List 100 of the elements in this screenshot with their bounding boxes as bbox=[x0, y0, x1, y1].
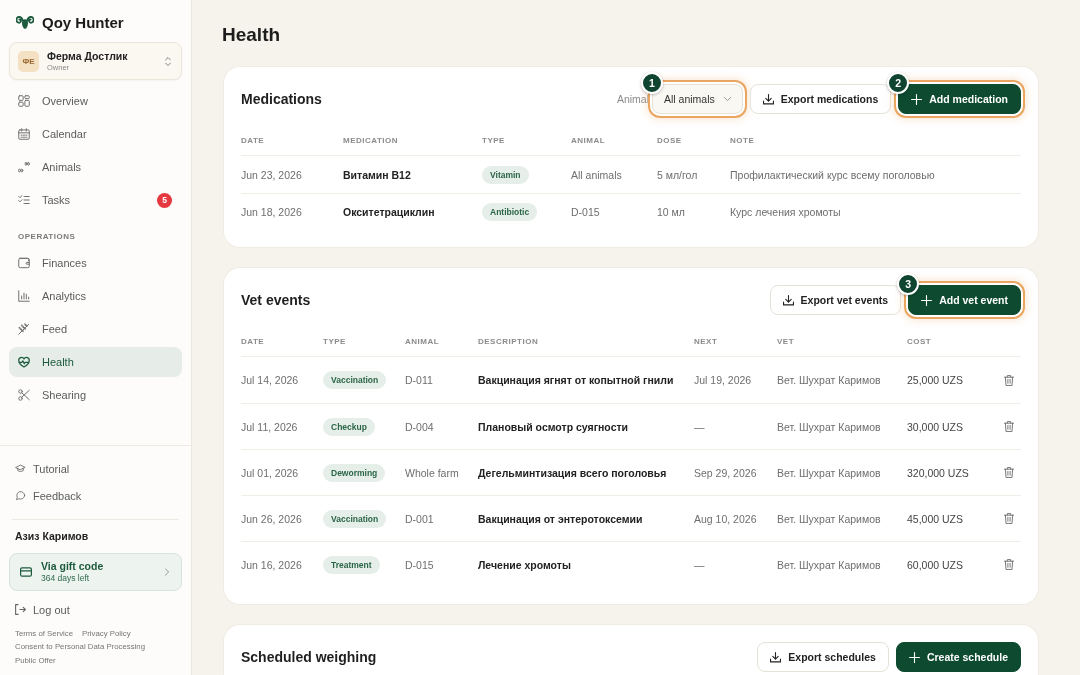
table-cell-text: 5 мл/гол bbox=[657, 168, 699, 181]
column-header: DATE bbox=[241, 136, 266, 145]
ram-head-icon bbox=[16, 14, 34, 30]
nav-item[interactable]: Feed bbox=[9, 314, 182, 344]
table-cell-text: 320,000 UZS bbox=[907, 466, 970, 479]
nav-item[interactable]: Calendar bbox=[9, 119, 182, 149]
table-cell-text: Jun 16, 2026 bbox=[241, 558, 303, 571]
count-badge: 5 bbox=[157, 192, 172, 208]
table-cell-text: Sep 29, 2026 bbox=[694, 466, 758, 479]
download-icon bbox=[782, 294, 794, 306]
nav-item[interactable]: Shearing bbox=[9, 380, 182, 410]
table-cell-text: D-015 bbox=[571, 206, 601, 218]
table-cell-text: All animals bbox=[571, 168, 623, 181]
dashboard-grid-icon bbox=[17, 94, 31, 108]
delete-button[interactable] bbox=[1004, 559, 1014, 570]
table-cell-text: — bbox=[694, 558, 706, 571]
column-header: NEXT bbox=[694, 337, 719, 346]
table-cell-text: Jun 26, 2026 bbox=[241, 512, 303, 525]
table-cell-text: Jul 11, 2026 bbox=[241, 420, 299, 433]
table-cell-text: D-004 bbox=[405, 420, 435, 433]
add-button[interactable]: Create schedule bbox=[895, 642, 1021, 672]
table-cell-text: Jun 18, 2026 bbox=[241, 206, 303, 218]
column-header: TYPE bbox=[482, 136, 506, 145]
table-cell-text: Лечение хромоты bbox=[478, 558, 572, 571]
column-header: ANIMAL bbox=[405, 337, 441, 346]
table-cell-text: D-015 bbox=[405, 558, 435, 571]
brand-name: Qoy Hunter bbox=[42, 13, 124, 31]
table-cell-text: Витамин B12 bbox=[343, 168, 412, 181]
table-cell-text: Курс лечения хромоты bbox=[730, 206, 842, 218]
nav-item[interactable]: Health bbox=[9, 347, 182, 377]
nav-item[interactable]: Analytics bbox=[9, 281, 182, 311]
plus-icon bbox=[908, 651, 920, 663]
column-header: TYPE bbox=[323, 337, 347, 346]
type-tag: Vaccination bbox=[323, 509, 387, 528]
plus-icon bbox=[921, 294, 933, 306]
table-cell-text: Вакцинация от энтеротоксемии bbox=[478, 512, 644, 525]
section-title: Vet events bbox=[241, 292, 311, 308]
table-cell-text: Jul 14, 2026 bbox=[241, 374, 300, 386]
export-button[interactable]: Export vet events bbox=[769, 285, 902, 315]
nav-item[interactable]: Overview bbox=[9, 86, 182, 116]
delete-button[interactable] bbox=[1004, 467, 1014, 478]
table-cell-text: Вет. Шухрат Каримов bbox=[777, 512, 882, 525]
page-title: Health bbox=[222, 23, 282, 47]
farm-avatar: ФЕ bbox=[18, 50, 39, 72]
wheat-icon bbox=[17, 322, 31, 336]
column-header: MEDICATION bbox=[343, 136, 400, 145]
table-cell-text: D-011 bbox=[405, 374, 434, 386]
table-cell-text: 30,000 UZS bbox=[907, 420, 965, 433]
column-header: DOSE bbox=[657, 136, 683, 145]
table-cell-text: Дегельминтизация всего поголовья bbox=[478, 466, 668, 479]
plus-icon bbox=[911, 93, 923, 105]
download-icon bbox=[770, 651, 782, 663]
nav-item[interactable]: Animals bbox=[9, 152, 182, 182]
table-cell-text: Вет. Шухрат Каримов bbox=[777, 374, 882, 386]
type-tag: Deworming bbox=[323, 463, 386, 482]
table-cell-text: Aug 10, 2026 bbox=[694, 512, 758, 525]
hoofprints-icon bbox=[17, 160, 31, 174]
chevron-down-icon bbox=[723, 97, 731, 101]
logout-link[interactable]: Log out bbox=[9, 598, 182, 621]
credit-card-icon bbox=[20, 566, 32, 577]
table-cell-text: Вет. Шухрат Каримов bbox=[777, 420, 882, 433]
nav-item[interactable]: Finances bbox=[9, 248, 182, 278]
bar-chart-icon bbox=[17, 289, 31, 303]
table-cell-text: 25,000 UZS bbox=[907, 374, 965, 386]
delete-button[interactable] bbox=[1004, 513, 1014, 524]
calendar-icon bbox=[17, 127, 31, 141]
export-button[interactable]: Export schedules bbox=[757, 642, 889, 672]
filter-label: Animal bbox=[616, 93, 649, 105]
table-cell-text: Вет. Шухрат Каримов bbox=[777, 466, 882, 479]
table-cell-text: Jul 19, 2026 bbox=[694, 374, 753, 386]
help-link[interactable]: Tutorial bbox=[9, 456, 182, 481]
column-header: VET bbox=[777, 337, 796, 346]
export-button[interactable]: Export medications bbox=[749, 84, 892, 114]
delete-button[interactable] bbox=[1004, 374, 1014, 386]
trash-icon bbox=[1004, 559, 1014, 570]
type-tag: Checkup bbox=[323, 417, 375, 436]
table-cell-text: 45,000 UZS bbox=[907, 512, 965, 525]
chevron-right-icon bbox=[165, 567, 169, 576]
tour-step-badge: 3 bbox=[897, 273, 920, 295]
table-cell-text: Jun 23, 2026 bbox=[241, 168, 303, 181]
table-cell-text: 10 мл bbox=[657, 206, 686, 218]
wallet-icon bbox=[17, 256, 31, 270]
trash-icon bbox=[1004, 374, 1014, 386]
chevron-up-down-icon bbox=[165, 56, 171, 66]
table-cell-text: Плановый осмотр суягности bbox=[478, 420, 630, 433]
logout-icon bbox=[15, 604, 26, 615]
table-cell-text: D-001 bbox=[405, 512, 435, 525]
column-header: NOTE bbox=[730, 136, 756, 145]
section-title: Medications bbox=[241, 91, 322, 107]
column-header: COST bbox=[907, 337, 933, 346]
delete-button[interactable] bbox=[1004, 421, 1014, 432]
scissors-icon bbox=[17, 388, 31, 402]
table-cell-text: Вакцинация ягнят от копытной гнили bbox=[478, 374, 675, 386]
table-cell-text: Whole farm bbox=[405, 466, 460, 479]
table-cell-text: Вет. Шухрат Каримов bbox=[777, 558, 882, 571]
subscription-card[interactable]: Via gift code 364 days left bbox=[9, 552, 182, 591]
section-title: Scheduled weighing bbox=[241, 649, 377, 665]
help-link[interactable]: Feedback bbox=[9, 483, 182, 508]
trash-icon bbox=[1004, 513, 1014, 524]
nav-item[interactable]: Tasks 5 bbox=[9, 185, 182, 215]
